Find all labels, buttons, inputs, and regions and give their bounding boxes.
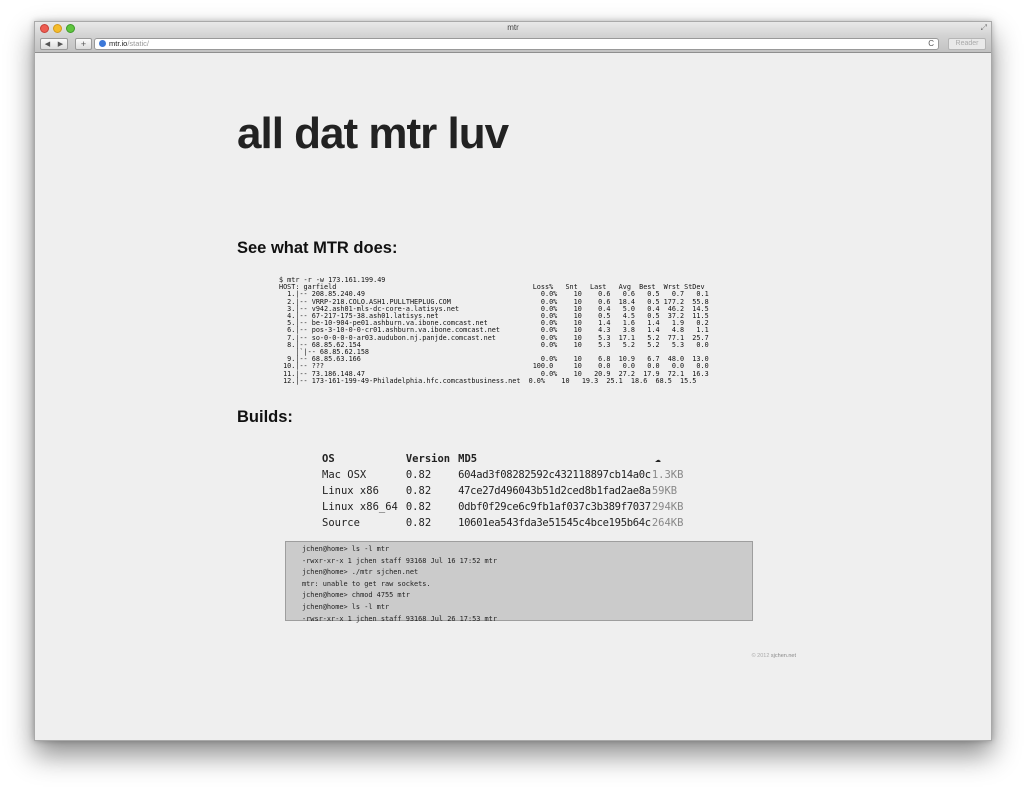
window-title: mtr: [507, 23, 519, 32]
browser-window: mtr ⤢ ◀ ▶ + mtr.io/static/ C Reader all …: [34, 21, 992, 741]
page-content: all dat mtr luv See what MTR does: $ mtr…: [35, 53, 991, 739]
terminal-line: jchen@home> ./mtr sjchen.net: [302, 568, 419, 577]
terminal-line: jchen@home> ls -l mtr: [302, 545, 390, 553]
terminal-session: jchen@home> ls -l mtr -rwxr-xr-x 1 jchen…: [285, 541, 753, 623]
terminal-line: -rwxr-xr-x 1 jchen staff 93168 Jul 16 17…: [302, 556, 497, 565]
build-md5: 604ad3f08282592c432118897cb14a0c: [458, 469, 651, 481]
build-row: Linux x86_64 0.82 0dbf0f29ce6c9fb1af037c…: [318, 499, 687, 515]
footer: © 2012 sjchen.net: [752, 653, 796, 659]
mtr-report-output: $ mtr -r -w 173.161.199.49 HOST: garfiel…: [279, 276, 709, 385]
build-row: Source 0.82 10601ea543fda3e51545c4bce195…: [318, 515, 687, 531]
build-row: Mac OSX 0.82 604ad3f08282592c432118897cb…: [318, 467, 687, 483]
footer-site-link[interactable]: sjchen.net: [771, 653, 796, 659]
reload-icon[interactable]: C: [928, 39, 934, 49]
build-size: 294KB: [651, 501, 684, 513]
copyright-text: © 2012: [751, 653, 770, 659]
reader-button[interactable]: Reader: [948, 38, 986, 50]
build-os-link[interactable]: Linux x86_64: [318, 499, 402, 515]
add-bookmark-button[interactable]: +: [75, 38, 92, 50]
size-column-header: ☁: [651, 451, 688, 467]
build-md5: 0dbf0f29ce6c9fb1af037c3b389f7037: [458, 501, 651, 513]
build-os-link[interactable]: Mac OSX: [318, 467, 402, 483]
build-md5: 10601ea543fda3e51545c4bce195b64c: [458, 517, 651, 529]
builds-table: OS Version MD5 ☁ Mac OSX 0.82 604ad3f082…: [318, 451, 687, 531]
build-os-link[interactable]: Linux x86: [318, 483, 402, 499]
build-version: 0.82: [405, 501, 432, 513]
build-size: 59KB: [651, 485, 678, 497]
terminal-line: jchen@home> ls -l mtr: [302, 602, 390, 611]
builds-header-row: OS Version MD5 ☁: [318, 451, 687, 467]
url-host: mtr.io: [109, 39, 128, 48]
terminal-line: jchen@home> chmod 4755 mtr: [302, 591, 410, 600]
section-heading-builds: Builds:: [237, 408, 293, 426]
back-button[interactable]: ◀: [40, 38, 55, 50]
build-os-link[interactable]: Source: [318, 515, 402, 531]
build-version: 0.82: [405, 469, 432, 481]
build-row: Linux x86 0.82 47ce27d496043b51d2ced8b1f…: [318, 483, 687, 499]
build-md5: 47ce27d496043b51d2ced8b1fad2ae8a: [458, 485, 651, 497]
section-heading-mtr: See what MTR does:: [237, 239, 398, 257]
os-column-header: OS: [322, 453, 335, 465]
title-bar: mtr ⤢: [35, 22, 991, 35]
build-size: 264KB: [651, 517, 684, 529]
forward-button[interactable]: ▶: [54, 38, 68, 50]
page-title: all dat mtr luv: [237, 109, 509, 158]
url-path: /static/: [127, 39, 150, 48]
md5-column-header: MD5: [458, 453, 478, 465]
terminal-line: -rwsr-xr-x 1 jchen staff 93168 Jul 26 17…: [302, 614, 497, 623]
cloud-download-icon: ☁: [654, 454, 661, 465]
fullscreen-icon[interactable]: ⤢: [981, 23, 987, 33]
build-version: 0.82: [405, 485, 432, 497]
version-column-header: Version: [405, 453, 451, 465]
build-size: 1.3KB: [651, 469, 684, 481]
browser-toolbar: ◀ ▶ + mtr.io/static/ C Reader: [35, 35, 991, 53]
address-bar[interactable]: mtr.io/static/ C: [94, 38, 939, 50]
globe-icon: [99, 40, 106, 47]
terminal-line: mtr: unable to get raw sockets.: [302, 579, 431, 588]
build-version: 0.82: [405, 517, 432, 529]
